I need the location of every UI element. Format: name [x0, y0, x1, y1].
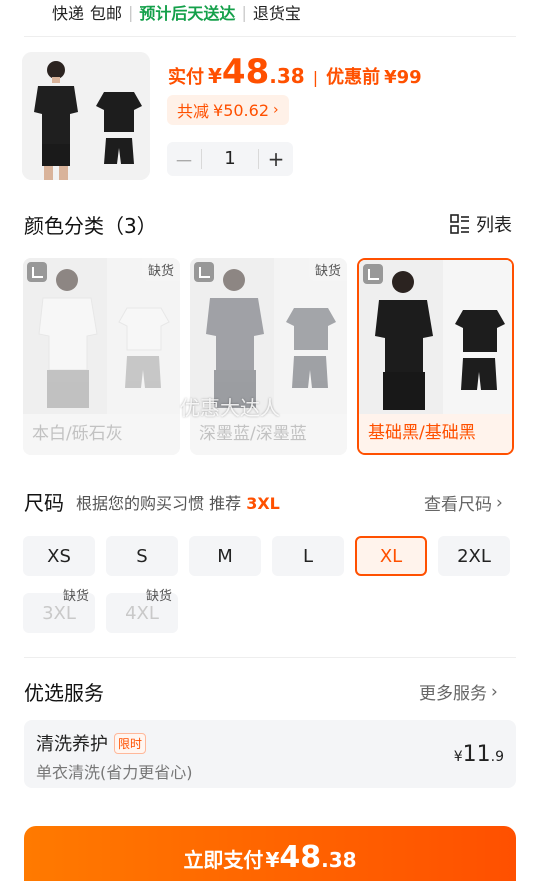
price-decimal: .38 [321, 848, 357, 872]
discount-value: ¥50.62 [213, 100, 269, 120]
currency-symbol: ¥ [265, 848, 280, 872]
price-row: 实付 ¥ 48 .38 | 优惠前 ¥99 [168, 52, 422, 92]
size-option-xs[interactable]: XS [23, 536, 95, 576]
out-of-stock-badge: 缺货 [308, 258, 347, 281]
service-description: 单衣清洗(省力更省心) [36, 763, 193, 782]
service-option-cleaning[interactable]: 清洗养护 限时 单衣清洗(省力更省心) ¥ 11 .9 [24, 720, 516, 788]
original-price: ¥99 [384, 67, 422, 88]
view-size-chart-link[interactable]: 查看尺码 › [424, 490, 503, 516]
divider [24, 657, 516, 658]
size-option-3xl[interactable]: 缺货 3XL [23, 589, 95, 633]
color-option-label: 基础黑/基础黑 [359, 414, 512, 453]
product-thumbnail[interactable] [22, 52, 150, 180]
color-option-image [359, 260, 512, 414]
chevron-right-icon: › [273, 102, 279, 118]
color-option-image [190, 258, 347, 414]
view-size-label: 查看尺码 [424, 495, 492, 515]
watermark-text: 优惠大达人 [180, 396, 280, 420]
color-option-white-gray[interactable]: 缺货 本白/砾石灰 [23, 258, 180, 455]
separator: | [241, 2, 247, 22]
pay-now-label: 立即支付 [183, 848, 264, 872]
expand-icon[interactable] [363, 264, 383, 284]
chevron-right-icon: › [496, 492, 503, 513]
service-price: ¥ 11 .9 [454, 742, 504, 767]
divider [24, 36, 516, 37]
price-decimal: .9 [490, 749, 504, 765]
size-recommendation: 根据您的购买习惯 推荐 3XL [76, 490, 280, 514]
size-option-m[interactable]: M [189, 536, 261, 576]
out-of-stock-badge: 缺货 [62, 589, 89, 604]
separator: | [312, 68, 319, 87]
recommendation-prefix: 根据您的购买习惯 推荐 [76, 493, 242, 513]
size-option-4xl[interactable]: 缺货 4XL [106, 589, 178, 633]
size-label: XS [47, 545, 71, 567]
delivery-info: 快递 包邮 | 预计后天送达 | 退货宝 [52, 0, 301, 24]
size-label: XL [379, 545, 403, 567]
quantity-value[interactable]: 1 [201, 149, 259, 169]
expand-icon[interactable] [27, 262, 47, 282]
delivery-eta: 预计后天送达 [139, 4, 236, 23]
delivery-method: 快递 [52, 4, 85, 23]
price-integer: 11 [462, 742, 491, 767]
size-label: M [217, 545, 233, 567]
service-name-row: 清洗养护 限时 [36, 730, 147, 756]
quantity-stepper[interactable]: － 1 + [167, 142, 293, 176]
color-option-image [23, 258, 180, 414]
price-integer: 48 [221, 52, 270, 92]
color-option-navy[interactable]: 缺货 深墨蓝/深墨蓝 [190, 258, 347, 455]
size-option-l[interactable]: L [272, 536, 344, 576]
size-section-title: 尺码 [24, 491, 64, 515]
discount-chip[interactable]: 共减 ¥50.62 › [167, 95, 289, 125]
currency-symbol: ¥ [208, 64, 222, 88]
out-of-stock-badge: 缺货 [141, 258, 180, 281]
service-name: 清洗养护 [36, 734, 108, 755]
list-icon [450, 214, 469, 234]
size-label: 3XL [42, 602, 76, 624]
more-services-label: 更多服务 [419, 684, 487, 704]
color-option-label: 本白/砾石灰 [23, 414, 180, 455]
size-label: L [302, 545, 314, 567]
price-decimal: .38 [269, 64, 305, 88]
list-label: 列表 [476, 215, 512, 236]
separator: | [128, 2, 134, 22]
pay-now-button[interactable]: 立即支付 ¥ 48 .38 [24, 826, 516, 881]
size-option-2xl[interactable]: 2XL [438, 536, 510, 576]
price-integer: 48 [279, 840, 322, 875]
chevron-right-icon: › [491, 681, 498, 702]
out-of-stock-badge: 缺货 [145, 589, 172, 604]
size-option-s[interactable]: S [106, 536, 178, 576]
size-label: 4XL [125, 602, 159, 624]
increase-button[interactable]: + [259, 147, 293, 171]
limited-time-badge: 限时 [114, 732, 147, 754]
more-services-link[interactable]: 更多服务 › [419, 679, 498, 705]
original-price-label: 优惠前 [326, 67, 381, 88]
pay-label: 实付 [168, 67, 204, 88]
size-label: 2XL [457, 545, 491, 567]
size-section-header: 尺码 根据您的购买习惯 推荐 3XL [24, 487, 280, 516]
return-service: 退货宝 [252, 4, 301, 23]
color-section-title: 颜色分类（3） [24, 214, 157, 238]
decrease-button[interactable]: － [167, 145, 201, 174]
list-view-toggle[interactable]: 列表 [450, 211, 512, 237]
currency-symbol: ¥ [453, 749, 463, 765]
discount-label: 共减 [177, 102, 210, 121]
expand-icon[interactable] [194, 262, 214, 282]
size-label: S [136, 545, 148, 567]
size-option-xl[interactable]: XL [355, 536, 427, 576]
recommended-size: 3XL [246, 493, 280, 513]
color-option-black[interactable]: 基础黑/基础黑 [357, 258, 514, 455]
service-section-title: 优选服务 [24, 681, 104, 705]
shipping-label: 包邮 [90, 4, 123, 23]
